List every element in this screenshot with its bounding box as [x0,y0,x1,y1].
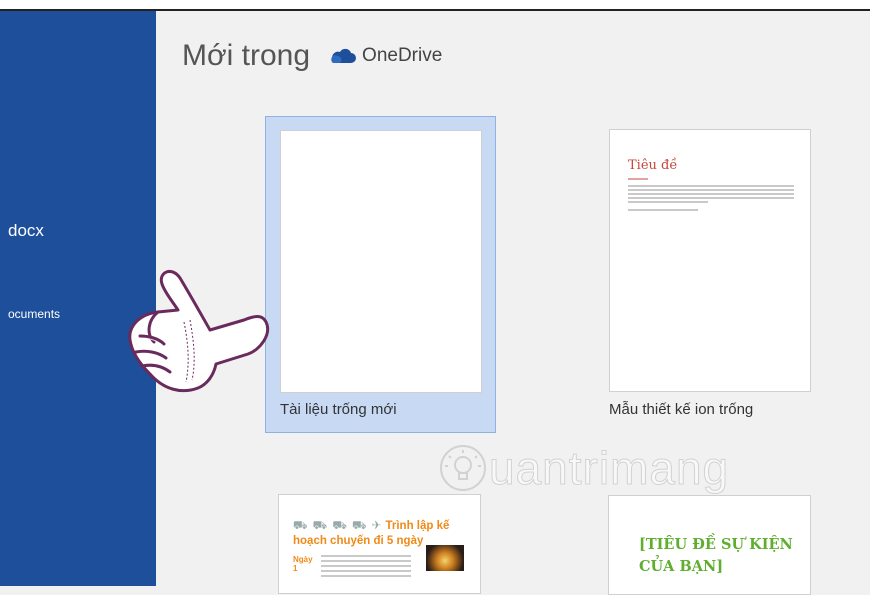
template-thumbnail: Tiêu đề [609,129,811,392]
preview-line [321,565,411,567]
onedrive-cloud-icon [331,48,357,63]
page-title-text: Mới trong [182,39,311,72]
watermark-bulb-icon [440,445,486,491]
template-thumbnail: [TIÊU ĐỀ SỰ KIỆN CỦA BẠN] [608,495,811,595]
pointing-hand-icon [128,269,269,393]
preview-day: Ngày 1 [293,555,313,573]
onedrive-label[interactable]: OneDrive [362,45,442,67]
page-title: Mới trong OneDrive [182,39,442,73]
template-thumbnail: ⛟ ⛟ ⛟ ⛟ ✈ Trình lập kế hoạch chuyến đi 5… [278,494,481,594]
preview-line [321,560,411,562]
template-ion-design[interactable]: Tiêu đề Mẫu thiết kế ion trống [606,129,816,429]
sidebar-file-name[interactable]: docx [8,221,44,241]
preview-line [321,575,411,577]
preview-heading: [TIÊU ĐỀ SỰ KIỆN CỦA BẠN] [639,536,793,575]
preview-line [628,178,648,180]
preview-line [628,209,698,211]
template-event-flyer[interactable]: [TIÊU ĐỀ SỰ KIỆN CỦA BẠN] [608,495,813,595]
watermark: uantrimang [437,441,729,495]
template-label: Tài liệu trống mới [280,401,397,418]
preview-line [321,555,411,557]
window-top-edge [0,0,870,11]
sidebar-location[interactable]: ocuments [8,307,60,321]
preview-photo [426,545,464,571]
preview-line [628,185,794,187]
template-thumbnail [280,130,482,393]
preview-heading: Tiêu đề [628,158,678,173]
template-label: Mẫu thiết kế ion trống [609,401,754,418]
template-blank-document[interactable]: Tài liệu trống mới [265,116,496,433]
watermark-text: uantrimang [488,442,730,495]
preview-line [628,197,794,199]
preview-line [628,201,708,203]
template-trip-planner[interactable]: ⛟ ⛟ ⛟ ⛟ ✈ Trình lập kế hoạch chuyến đi 5… [278,494,483,594]
preview-line [321,570,411,572]
preview-line [628,193,794,195]
preview-line [628,189,794,191]
travel-icons: ⛟ ⛟ ⛟ ⛟ ✈ [293,520,383,532]
